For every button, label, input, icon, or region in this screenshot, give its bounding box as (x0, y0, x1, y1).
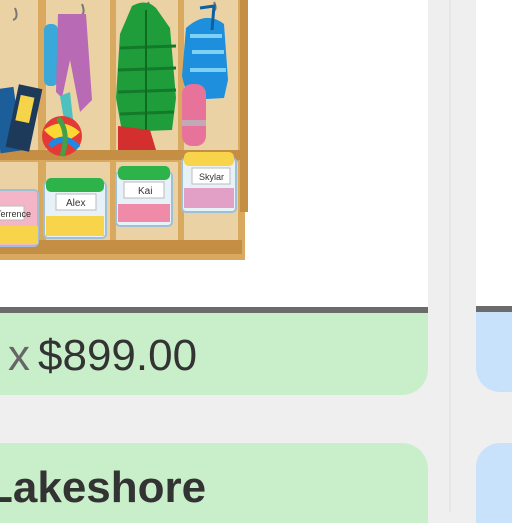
price-value: $899.00 (38, 331, 198, 380)
adjacent-product-image[interactable] (476, 0, 512, 306)
svg-text:Kai: Kai (138, 186, 152, 197)
price-line: x $899.00 (8, 333, 197, 379)
svg-text:Terrence: Terrence (0, 209, 31, 219)
adjacent-price-band (476, 312, 512, 392)
column-divider (449, 0, 451, 512)
adjacent-brand-card[interactable] (476, 443, 512, 523)
product-image[interactable]: Terrence Alex Kai Skylar (0, 0, 428, 308)
brand-card[interactable]: Lakeshore (0, 443, 428, 523)
quantity-prefix: x (8, 331, 30, 380)
brand-label: Lakeshore (0, 463, 207, 512)
svg-text:Alex: Alex (66, 198, 85, 209)
price-band: x $899.00 (0, 313, 428, 395)
locker-cubbies-illustration: Terrence Alex Kai Skylar (0, 0, 248, 260)
product-card[interactable]: Terrence Alex Kai Skylar x$899.00 (0, 0, 428, 395)
svg-text:Skylar: Skylar (199, 172, 224, 182)
adjacent-product-card[interactable] (476, 0, 512, 392)
